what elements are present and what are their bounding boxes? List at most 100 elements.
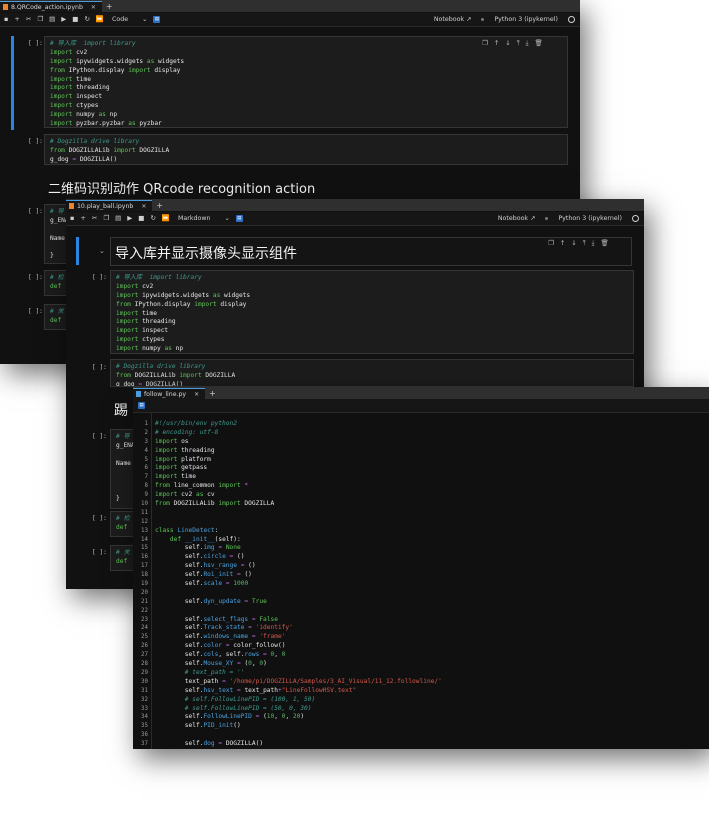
cut-icon[interactable]: ✂ — [26, 16, 31, 23]
code-token: numpy — [138, 345, 165, 353]
code-token: import — [50, 120, 73, 128]
code-token: : — [214, 526, 219, 534]
duplicate-icon[interactable]: ❐ — [482, 39, 488, 48]
code-editor[interactable]: 1 2 3 4 5 6 7 8 9 10 11 12 13 14 15 16 17 18 19 20 21 22 23 24 2… — [133, 413, 709, 749]
duplicate-icon[interactable]: ❐ — [548, 239, 554, 248]
editor-toolbar: ▤ — [133, 399, 709, 413]
code-token: import — [155, 491, 178, 499]
tab-playball-notebook[interactable]: 10.play_ball.ipynb ✕ — [66, 200, 153, 211]
code-token: 'frame' — [259, 633, 286, 641]
code-cell[interactable]: # Dogzilla drive library from DOGZILLALib… — [110, 359, 634, 387]
add-cell-icon[interactable]: + — [80, 215, 85, 222]
move-down-icon[interactable]: ↓ — [571, 239, 576, 248]
python-file-icon — [136, 391, 141, 397]
debugger-icon[interactable]: ▤ — [138, 402, 145, 409]
code-token: ctypes — [138, 336, 165, 344]
delete-icon[interactable]: 🗑 — [534, 39, 542, 48]
code-token: import — [155, 473, 178, 481]
code-token: rows — [244, 651, 260, 659]
paste-icon[interactable]: ▤ — [49, 16, 55, 23]
code-line: self.color = color_follow() — [155, 642, 442, 651]
code-line: import cv2 — [116, 283, 628, 292]
delete-icon[interactable]: 🗑 — [600, 239, 608, 248]
code-token: as — [128, 120, 136, 128]
code-line: # self.FollowLinePID = (50, 0, 30) — [155, 705, 442, 714]
kernel-name[interactable]: Python 3 (ipykernel) — [558, 215, 622, 222]
code-token: threading — [138, 318, 176, 326]
fast-forward-icon[interactable]: ⏩ — [162, 215, 170, 222]
insert-above-icon[interactable]: ⤒ — [583, 239, 586, 248]
code-line: self.dyn_update = True — [155, 598, 442, 607]
insert-below-icon[interactable]: ⤓ — [592, 239, 595, 248]
code-token: as — [164, 345, 172, 353]
add-cell-icon[interactable]: + — [14, 16, 19, 23]
close-tab-icon[interactable]: ✕ — [141, 203, 146, 210]
copy-icon[interactable]: ❐ — [103, 215, 109, 222]
code-cell[interactable]: # 导入库 import library import cv2 import ipy… — [44, 36, 568, 128]
restart-icon[interactable]: ↻ — [84, 16, 89, 23]
editor-code[interactable]: #!/usr/bin/env python2 # encoding: utf-8 i… — [155, 420, 442, 749]
code-token: # Dogzilla drive library — [116, 363, 206, 370]
code-token: = — [236, 562, 249, 570]
tab-qrcode-notebook[interactable]: 8.QRCode_action.ipynb ✕ — [0, 1, 102, 12]
line-number: 22 — [141, 607, 148, 614]
code-line: self.dog = DOGZILLA() — [155, 740, 442, 749]
code-token: DOGZILLA — [240, 500, 275, 508]
code-token: #!/usr/bin/env python2 — [155, 420, 237, 427]
tab-bar: 8.QRCode_action.ipynb ✕ + — [0, 0, 580, 12]
notebook-toolbar: ▪ + ✂ ❐ ▤ ▶ ■ ↻ ⏩ Code ⌄ ▤ Notebook ↗ Pyt… — [0, 13, 580, 27]
markdown-heading: 二维码识别动作 QRcode recognition action — [48, 182, 316, 197]
code-token: dyn_update — [203, 597, 241, 605]
code-cell[interactable]: # Dogzilla drive library from DOGZILLALib… — [44, 134, 568, 165]
insert-above-icon[interactable]: ⤒ — [517, 39, 520, 48]
move-down-icon[interactable]: ↓ — [505, 39, 510, 48]
code-line: # Dogzilla drive library — [50, 138, 562, 147]
stop-icon[interactable]: ■ — [138, 215, 144, 222]
tab-follow-line[interactable]: follow_line.py ✕ — [133, 388, 206, 399]
notebook-link[interactable]: Notebook ↗ — [498, 215, 536, 222]
close-tab-icon[interactable]: ✕ — [194, 391, 199, 398]
notebook-link[interactable]: Notebook ↗ — [434, 16, 472, 23]
code-token: self. — [155, 713, 204, 721]
restart-icon[interactable]: ↻ — [150, 215, 155, 222]
cell-type-select[interactable]: Markdown ⌄ — [178, 215, 230, 222]
code-token: from — [116, 371, 131, 379]
code-token: # 检 — [116, 515, 130, 522]
line-number: 9 — [144, 492, 149, 499]
line-number: 12 — [141, 518, 148, 525]
save-icon[interactable]: ▪ — [4, 16, 8, 23]
cell-toolbar: ❐ ↑ ↓ ⤒ ⤓ 🗑 — [482, 39, 543, 48]
code-token: # self.FollowLinePID = (100, 1, 50) — [155, 695, 316, 703]
move-up-icon[interactable]: ↑ — [560, 239, 565, 248]
save-icon[interactable]: ▪ — [70, 215, 74, 222]
new-tab-button[interactable]: + — [152, 200, 167, 211]
kernel-name[interactable]: Python 3 (ipykernel) — [494, 16, 558, 23]
fast-forward-icon[interactable]: ⏩ — [96, 16, 104, 23]
collapse-heading-icon[interactable]: ⌄ — [99, 247, 105, 255]
close-tab-icon[interactable]: ✕ — [91, 4, 96, 11]
code-token: inspect — [138, 327, 169, 335]
copy-icon[interactable]: ❐ — [37, 16, 43, 23]
paste-icon[interactable]: ▤ — [115, 215, 121, 222]
code-token: '/home/pi/DOGZILLA/Samples/3_AI_Visual/1… — [225, 677, 442, 685]
debugger-icon[interactable]: ▤ — [235, 215, 243, 222]
code-token: () — [248, 562, 256, 570]
cut-icon[interactable]: ✂ — [92, 215, 97, 222]
new-tab-button[interactable]: + — [102, 1, 117, 12]
debugger-icon[interactable]: ▤ — [153, 16, 161, 23]
code-token: import — [155, 437, 178, 445]
code-token: import — [116, 291, 139, 299]
kernel-status-icon — [632, 215, 639, 222]
cell-type-select[interactable]: Code ⌄ — [112, 16, 147, 23]
move-up-icon[interactable]: ↑ — [494, 39, 499, 48]
insert-below-icon[interactable]: ⤓ — [526, 39, 529, 48]
code-token: color — [203, 642, 223, 650]
run-icon[interactable]: ▶ — [61, 16, 66, 23]
line-number: 36 — [141, 732, 148, 739]
run-icon[interactable]: ▶ — [127, 215, 132, 222]
code-cell[interactable]: # 导入库 import library import cv2 import ipy… — [110, 270, 634, 354]
code-token: self. — [155, 571, 204, 579]
new-tab-button[interactable]: + — [205, 388, 220, 399]
stop-icon[interactable]: ■ — [72, 16, 78, 23]
code-token: import — [50, 111, 73, 119]
